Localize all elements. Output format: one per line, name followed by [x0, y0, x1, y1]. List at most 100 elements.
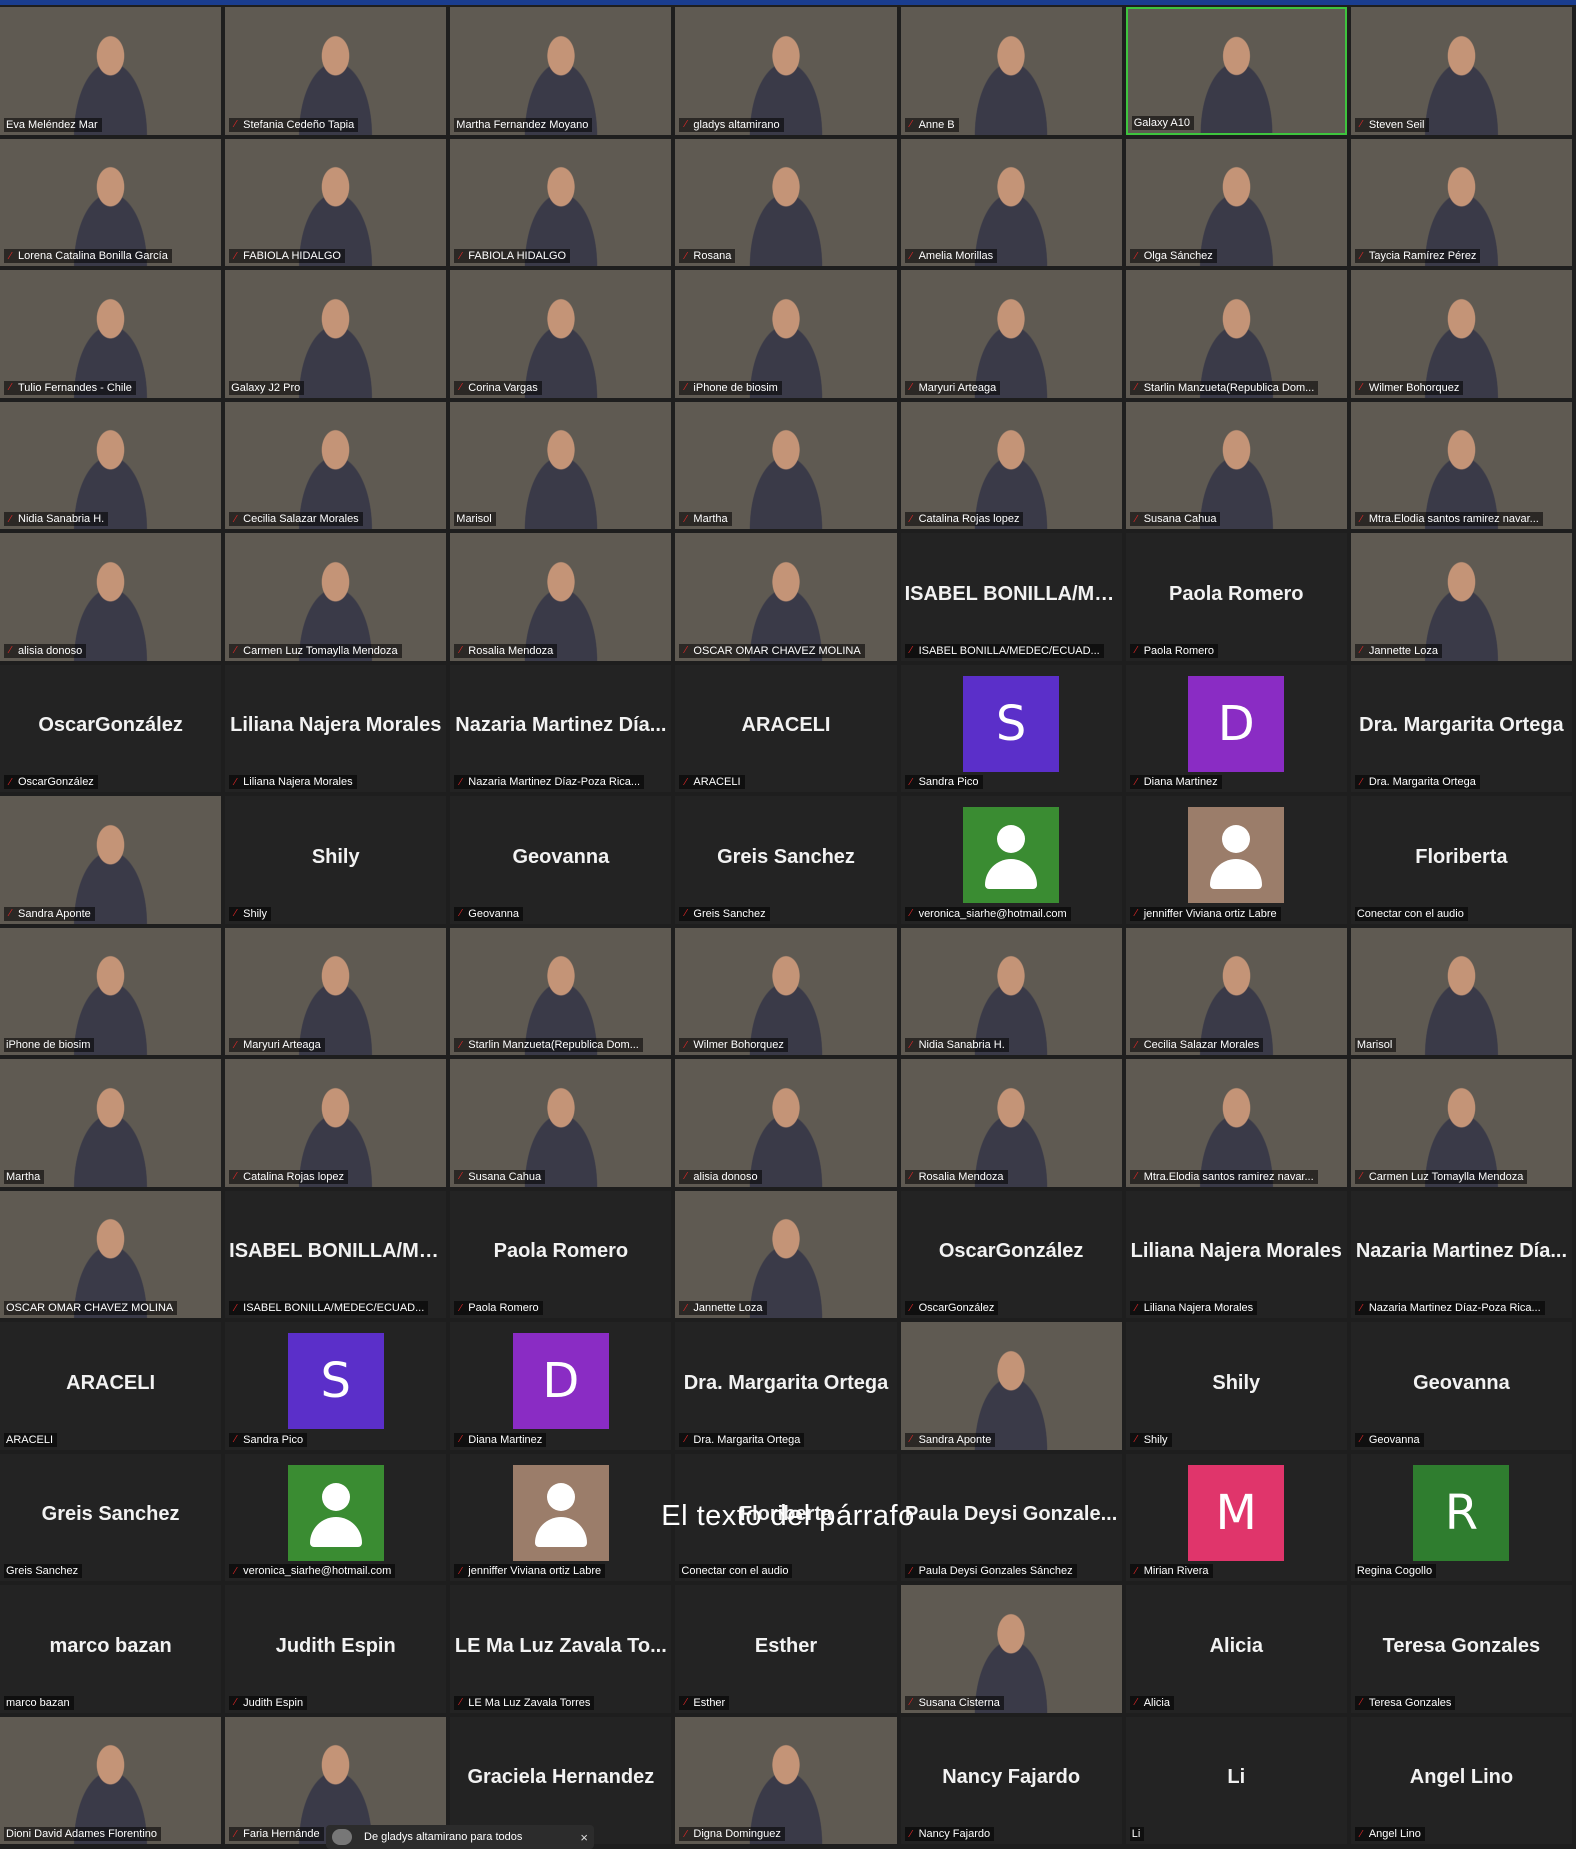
- participant-tile[interactable]: Shily ⁄ Shily: [1125, 1322, 1347, 1450]
- participant-tile[interactable]: ⁄ Rosalia Mendoza: [450, 533, 672, 661]
- participant-tile[interactable]: ⁄ Carmen Luz Tomaylla Mendoza: [1350, 1059, 1572, 1187]
- participant-tile[interactable]: ⁄ FABIOLA HIDALGO: [225, 138, 447, 266]
- participant-tile[interactable]: R Regina Cogollo: [1350, 1453, 1572, 1581]
- participant-tile[interactable]: ⁄ jenniffer Viviana ortiz Labre: [1125, 796, 1347, 924]
- participant-tile[interactable]: ⁄ iPhone de biosim: [675, 270, 897, 398]
- close-icon[interactable]: ×: [580, 1830, 588, 1845]
- participant-tile[interactable]: ARACELI ⁄ ARACELI: [675, 664, 897, 792]
- participant-tile[interactable]: Angel Lino ⁄ Angel Lino: [1350, 1716, 1572, 1844]
- chat-notification[interactable]: De gladys altamirano para todos ×: [326, 1825, 594, 1849]
- participant-tile[interactable]: iPhone de biosim: [0, 927, 222, 1055]
- participant-tile[interactable]: marco bazan marco bazan: [0, 1585, 222, 1713]
- participant-tile[interactable]: ARACELI ARACELI: [0, 1322, 222, 1450]
- participant-tile[interactable]: ⁄ Sandra Aponte: [900, 1322, 1122, 1450]
- participant-tile[interactable]: Li Li: [1125, 1716, 1347, 1844]
- participant-tile[interactable]: Alicia ⁄ Alicia: [1125, 1585, 1347, 1713]
- participant-tile[interactable]: Eva Meléndez Mar: [0, 7, 222, 135]
- participant-tile[interactable]: ISABEL BONILLA/ME... ⁄ ISABEL BONILLA/MEDE…: [225, 1190, 447, 1318]
- participant-tile[interactable]: Teresa Gonzales ⁄ Teresa Gonzales: [1350, 1585, 1572, 1713]
- participant-tile[interactable]: S ⁄ Sandra Pico: [225, 1322, 447, 1450]
- participant-tile[interactable]: Liliana Najera Morales ⁄ Liliana Najera Mo…: [225, 664, 447, 792]
- participant-tile[interactable]: LE Ma Luz Zavala To... ⁄ LE Ma Luz Zavala …: [450, 1585, 672, 1713]
- participant-tile[interactable]: ⁄ jenniffer Viviana ortiz Labre: [450, 1453, 672, 1581]
- participant-tile[interactable]: Paola Romero ⁄ Paola Romero: [1125, 533, 1347, 661]
- participant-tile[interactable]: ⁄ Catalina Rojas lopez: [225, 1059, 447, 1187]
- participant-tile[interactable]: ⁄ Nidia Sanabria H.: [900, 927, 1122, 1055]
- participant-tile[interactable]: Nancy Fajardo ⁄ Nancy Fajardo: [900, 1716, 1122, 1844]
- participant-tile[interactable]: Floriberta Conectar con el audio: [1350, 796, 1572, 924]
- participant-tile[interactable]: Paula Deysi Gonzale... ⁄ Paula Deysi Gonza…: [900, 1453, 1122, 1581]
- participant-display-name: Shily: [1212, 1371, 1261, 1394]
- participant-tile[interactable]: ⁄ Mtra.Elodia santos ramirez navar...: [1125, 1059, 1347, 1187]
- participant-tile[interactable]: D ⁄ Diana Martinez: [1125, 664, 1347, 792]
- participant-tile[interactable]: Esther ⁄ Esther: [675, 1585, 897, 1713]
- participant-tile[interactable]: OSCAR OMAR CHAVEZ MOLINA: [0, 1190, 222, 1318]
- participant-tile[interactable]: Nazaria Martinez Día... ⁄ Nazaria Martinez…: [1350, 1190, 1572, 1318]
- participant-tile[interactable]: ⁄ gladys altamirano: [675, 7, 897, 135]
- participant-tile[interactable]: Liliana Najera Morales ⁄ Liliana Najera Mo…: [1125, 1190, 1347, 1318]
- participant-tile[interactable]: ⁄ Tulio Fernandes - Chile: [0, 270, 222, 398]
- participant-tile[interactable]: ⁄ Stefania Cedeño Tapia: [225, 7, 447, 135]
- participant-tile[interactable]: ⁄ veronica_siarhe@hotmail.com: [900, 796, 1122, 924]
- participant-tile[interactable]: Paola Romero ⁄ Paola Romero: [450, 1190, 672, 1318]
- participant-tile[interactable]: ⁄ Cecilia Salazar Morales: [1125, 927, 1347, 1055]
- participant-tile[interactable]: ⁄ Rosana: [675, 138, 897, 266]
- participant-tile[interactable]: ⁄ Maryuri Arteaga: [225, 927, 447, 1055]
- participant-tile[interactable]: ⁄ Lorena Catalina Bonilla García: [0, 138, 222, 266]
- participant-tile[interactable]: ⁄ Anne B: [900, 7, 1122, 135]
- participant-tile[interactable]: ⁄ Starlin Manzueta(Republica Dom...: [1125, 270, 1347, 398]
- participant-name: Steven Seil: [1368, 118, 1425, 131]
- participant-tile[interactable]: ⁄ Nidia Sanabria H.: [0, 401, 222, 529]
- participant-tile[interactable]: ⁄ alisia donoso: [0, 533, 222, 661]
- participant-tile[interactable]: ⁄ Taycia Ramírez Pérez: [1350, 138, 1572, 266]
- participant-tile[interactable]: Greis Sanchez ⁄ Greis Sanchez: [675, 796, 897, 924]
- participant-tile[interactable]: Shily ⁄ Shily: [225, 796, 447, 924]
- participant-tile[interactable]: OscarGonzález ⁄ OscarGonzález: [900, 1190, 1122, 1318]
- participant-tile[interactable]: Dioni David Adames Florentino: [0, 1716, 222, 1844]
- participant-tile[interactable]: ⁄ Starlin Manzueta(Republica Dom...: [450, 927, 672, 1055]
- participant-tile[interactable]: ⁄ Rosalia Mendoza: [900, 1059, 1122, 1187]
- participant-tile[interactable]: ⁄ Carmen Luz Tomaylla Mendoza: [225, 533, 447, 661]
- participant-tile[interactable]: ⁄ Jannette Loza: [675, 1190, 897, 1318]
- participant-tile[interactable]: ⁄ Cecilia Salazar Morales: [225, 401, 447, 529]
- participant-tile[interactable]: ⁄ Martha: [675, 401, 897, 529]
- participant-tile[interactable]: ⁄ Wilmer Bohorquez: [1350, 270, 1572, 398]
- participant-tile[interactable]: Dra. Margarita Ortega ⁄ Dra. Margarita Ort…: [1350, 664, 1572, 792]
- participant-tile[interactable]: Marisol: [450, 401, 672, 529]
- participant-tile[interactable]: Dra. Margarita Ortega ⁄ Dra. Margarita Ort…: [675, 1322, 897, 1450]
- participant-tile[interactable]: S ⁄ Sandra Pico: [900, 664, 1122, 792]
- participant-tile[interactable]: Geovanna ⁄ Geovanna: [1350, 1322, 1572, 1450]
- participant-tile[interactable]: ⁄ Catalina Rojas lopez: [900, 401, 1122, 529]
- participant-tile[interactable]: ⁄ Jannette Loza: [1350, 533, 1572, 661]
- participant-tile[interactable]: Marisol: [1350, 927, 1572, 1055]
- participant-tile[interactable]: ⁄ Susana Cahua: [1125, 401, 1347, 529]
- participant-tile[interactable]: Martha: [0, 1059, 222, 1187]
- participant-tile[interactable]: Galaxy A10: [1125, 7, 1347, 135]
- participant-tile[interactable]: ⁄ FABIOLA HIDALGO: [450, 138, 672, 266]
- participant-tile[interactable]: ⁄ Wilmer Bohorquez: [675, 927, 897, 1055]
- participant-tile[interactable]: ⁄ Maryuri Arteaga: [900, 270, 1122, 398]
- participant-tile[interactable]: ⁄ Sandra Aponte: [0, 796, 222, 924]
- participant-tile[interactable]: ⁄ veronica_siarhe@hotmail.com: [225, 1453, 447, 1581]
- participant-tile[interactable]: OscarGonzález ⁄ OscarGonzález: [0, 664, 222, 792]
- participant-tile[interactable]: Judith Espin ⁄ Judith Espin: [225, 1585, 447, 1713]
- participant-tile[interactable]: M ⁄ Mirian Rivera: [1125, 1453, 1347, 1581]
- participant-tile[interactable]: Geovanna ⁄ Geovanna: [450, 796, 672, 924]
- participant-tile[interactable]: ⁄ alisia donoso: [675, 1059, 897, 1187]
- participant-tile[interactable]: D ⁄ Diana Martinez: [450, 1322, 672, 1450]
- participant-tile[interactable]: ⁄ Susana Cisterna: [900, 1585, 1122, 1713]
- participant-tile[interactable]: ⁄ Steven Seil: [1350, 7, 1572, 135]
- participant-tile[interactable]: Martha Fernandez Moyano: [450, 7, 672, 135]
- participant-tile[interactable]: ⁄ Amelia Morillas: [900, 138, 1122, 266]
- participant-tile[interactable]: ⁄ Susana Cahua: [450, 1059, 672, 1187]
- participant-tile[interactable]: ⁄ OSCAR OMAR CHAVEZ MOLINA: [675, 533, 897, 661]
- participant-tile[interactable]: ⁄ Corina Vargas: [450, 270, 672, 398]
- participant-tile[interactable]: ⁄ Olga Sánchez: [1125, 138, 1347, 266]
- participant-tile[interactable]: ⁄ Digna Dominguez: [675, 1716, 897, 1844]
- participant-tile[interactable]: Galaxy J2 Pro: [225, 270, 447, 398]
- participant-tile[interactable]: Nazaria Martinez Día... ⁄ Nazaria Martinez…: [450, 664, 672, 792]
- participant-tile[interactable]: Greis Sanchez Greis Sanchez: [0, 1453, 222, 1581]
- participant-tile[interactable]: ISABEL BONILLA/ME... ⁄ ISABEL BONILLA/MEDE…: [900, 533, 1122, 661]
- participant-tile[interactable]: Floriberta Conectar con el audio: [675, 1453, 897, 1581]
- participant-tile[interactable]: ⁄ Mtra.Elodia santos ramirez navar...: [1350, 401, 1572, 529]
